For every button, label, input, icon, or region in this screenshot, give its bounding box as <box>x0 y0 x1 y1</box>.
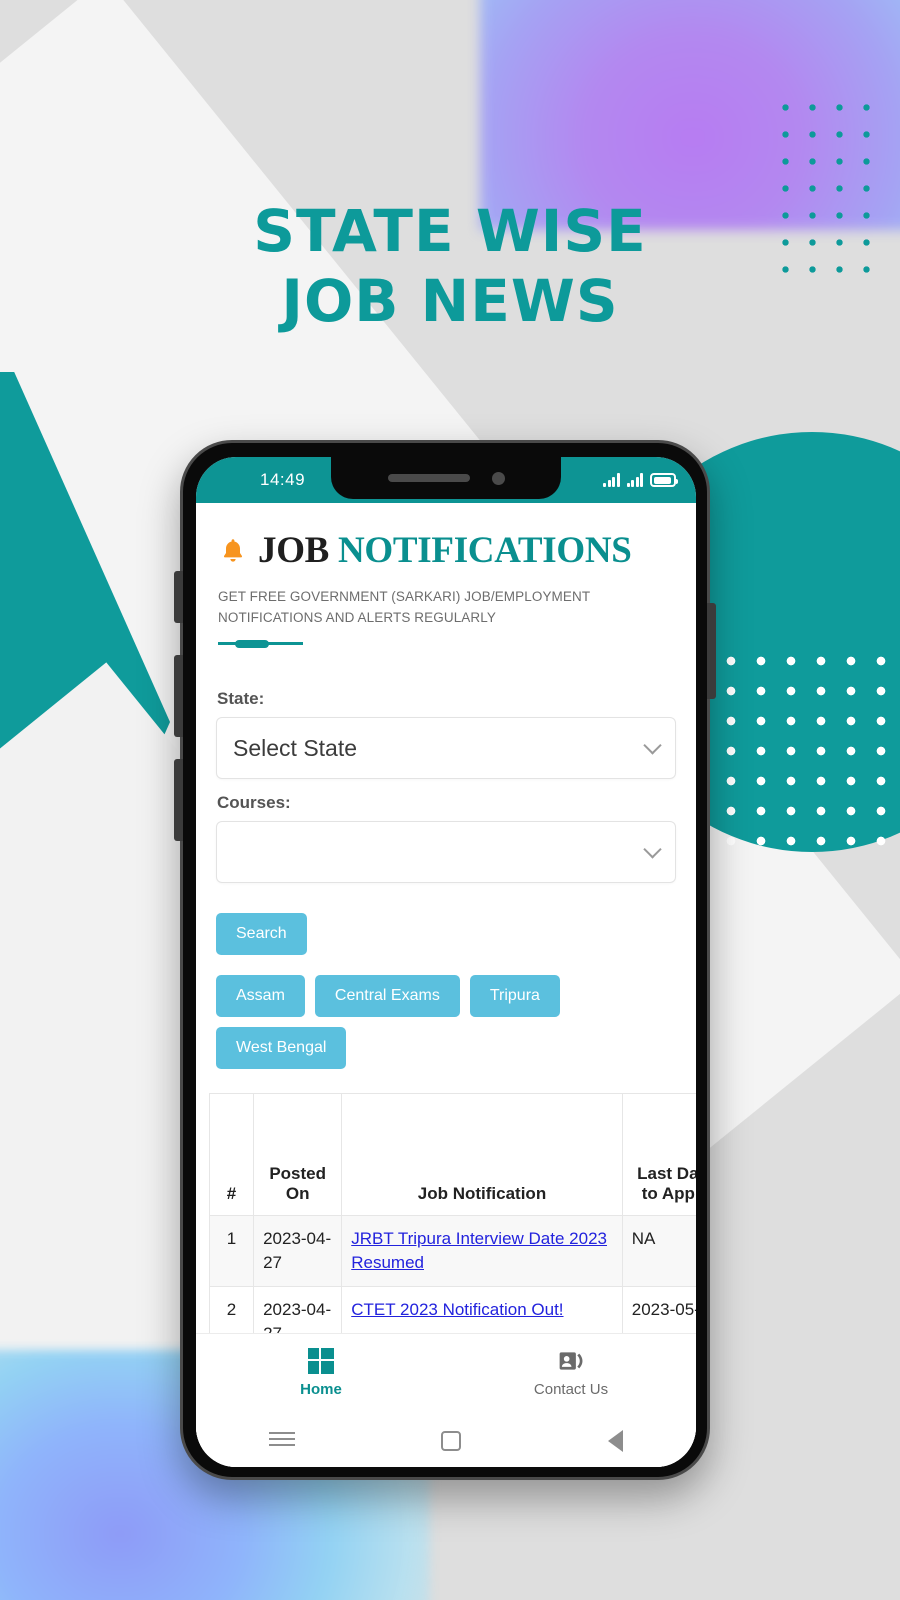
chevron-down-icon <box>643 840 662 859</box>
bottom-navigation: Home Contact Us <box>196 1333 696 1411</box>
notifications-table: # Posted On Job Notification Last Date t… <box>208 1093 696 1358</box>
notification-link[interactable]: JRBT Tripura Interview Date 2023 Resumed <box>351 1229 607 1272</box>
table-row: 1 2023-04-27 JRBT Tripura Interview Date… <box>208 1215 696 1287</box>
cell-notification: JRBT Tripura Interview Date 2023 Resumed <box>341 1215 623 1287</box>
table-head: # Posted On Job Notification Last Date t… <box>208 1093 696 1216</box>
app-header: JOB NOTIFICATIONS <box>196 503 696 572</box>
page-title: JOB NOTIFICATIONS <box>258 529 632 572</box>
courses-select[interactable] <box>216 821 676 883</box>
col-header-posted-on: Posted On <box>253 1093 343 1216</box>
search-form: State: Select State Courses: <box>196 645 696 883</box>
phone-power-button[interactable] <box>707 603 716 699</box>
poster-canvas: STATE WISE JOB NEWS 14:49 JOB NOTIFICATI… <box>0 0 900 1600</box>
headline-line-2: JOB NEWS <box>281 267 619 335</box>
status-bar-icons <box>603 473 682 487</box>
signal-bars-icon-2 <box>626 473 643 487</box>
phone-side-button-top[interactable] <box>174 571 183 623</box>
chip-assam[interactable]: Assam <box>216 975 305 1017</box>
front-camera-icon <box>491 471 505 485</box>
chip-central-exams[interactable]: Central Exams <box>314 975 460 1017</box>
app-subtitle: GET FREE GOVERNMENT (SARKARI) JOB/EMPLOY… <box>218 589 590 625</box>
notification-link[interactable]: CTET 2023 Notification Out! <box>351 1300 563 1319</box>
cell-posted-on: 2023-04-27 <box>253 1215 343 1287</box>
form-spacer <box>216 779 676 793</box>
phone-screen: 14:49 JOB NOTIFICATIONS GET FREE GOVERNM… <box>196 457 696 1467</box>
nav-item-home[interactable]: Home <box>196 1334 446 1411</box>
phone-mockup: 14:49 JOB NOTIFICATIONS GET FREE GOVERNM… <box>174 440 716 1480</box>
nav-item-home-label: Home <box>300 1380 342 1398</box>
dashboard-grid-icon <box>308 1347 334 1374</box>
cell-index: 1 <box>208 1215 255 1287</box>
state-label: State: <box>217 689 265 708</box>
cell-last-date: NA <box>621 1215 696 1287</box>
chip-west-bengal[interactable]: West Bengal <box>216 1027 347 1069</box>
battery-icon <box>650 473 678 487</box>
decor-white-dot-grid <box>710 640 900 860</box>
col-header-last-date: Last Date to Apply <box>621 1093 696 1216</box>
signal-bars-icon <box>603 473 620 487</box>
headline-line-1: STATE WISE <box>253 197 647 265</box>
chip-tripura[interactable]: Tripura <box>469 975 560 1017</box>
page-title-part-2: NOTIFICATIONS <box>338 530 632 571</box>
col-header-index: # <box>208 1093 255 1216</box>
android-system-nav <box>196 1411 696 1467</box>
title-divider <box>218 639 303 648</box>
state-select-value: Select State <box>233 734 358 761</box>
page-title-part-1: JOB <box>258 530 330 571</box>
home-square-icon[interactable] <box>441 1430 462 1451</box>
nav-item-contact-us[interactable]: Contact Us <box>446 1334 696 1411</box>
app-content: JOB NOTIFICATIONS GET FREE GOVERNMENT (S… <box>196 503 696 1467</box>
nav-item-contact-us-label: Contact Us <box>533 1380 609 1398</box>
col-header-job-notification: Job Notification <box>341 1093 623 1216</box>
poster-headline: STATE WISE JOB NEWS <box>0 196 900 336</box>
contact-card-icon <box>559 1351 583 1370</box>
bell-icon <box>223 538 243 562</box>
chevron-down-icon <box>643 736 662 755</box>
courses-label: Courses: <box>217 793 291 812</box>
table-header-row: # Posted On Job Notification Last Date t… <box>208 1093 696 1216</box>
state-select[interactable]: Select State <box>216 717 676 779</box>
search-button-row: Search <box>196 883 666 955</box>
back-triangle-icon[interactable] <box>607 1429 623 1452</box>
phone-volume-down-button[interactable] <box>174 759 183 841</box>
phone-notch <box>331 457 561 499</box>
menu-icon[interactable] <box>269 1426 296 1452</box>
state-chip-row: Assam Central Exams Tripura West Bengal <box>196 955 662 1069</box>
notifications-table-wrap: # Posted On Job Notification Last Date t… <box>196 1093 696 1358</box>
phone-volume-up-button[interactable] <box>174 655 183 737</box>
status-bar-time: 14:49 <box>260 470 306 489</box>
search-button[interactable]: Search <box>216 913 307 955</box>
earpiece-speaker <box>387 474 470 482</box>
